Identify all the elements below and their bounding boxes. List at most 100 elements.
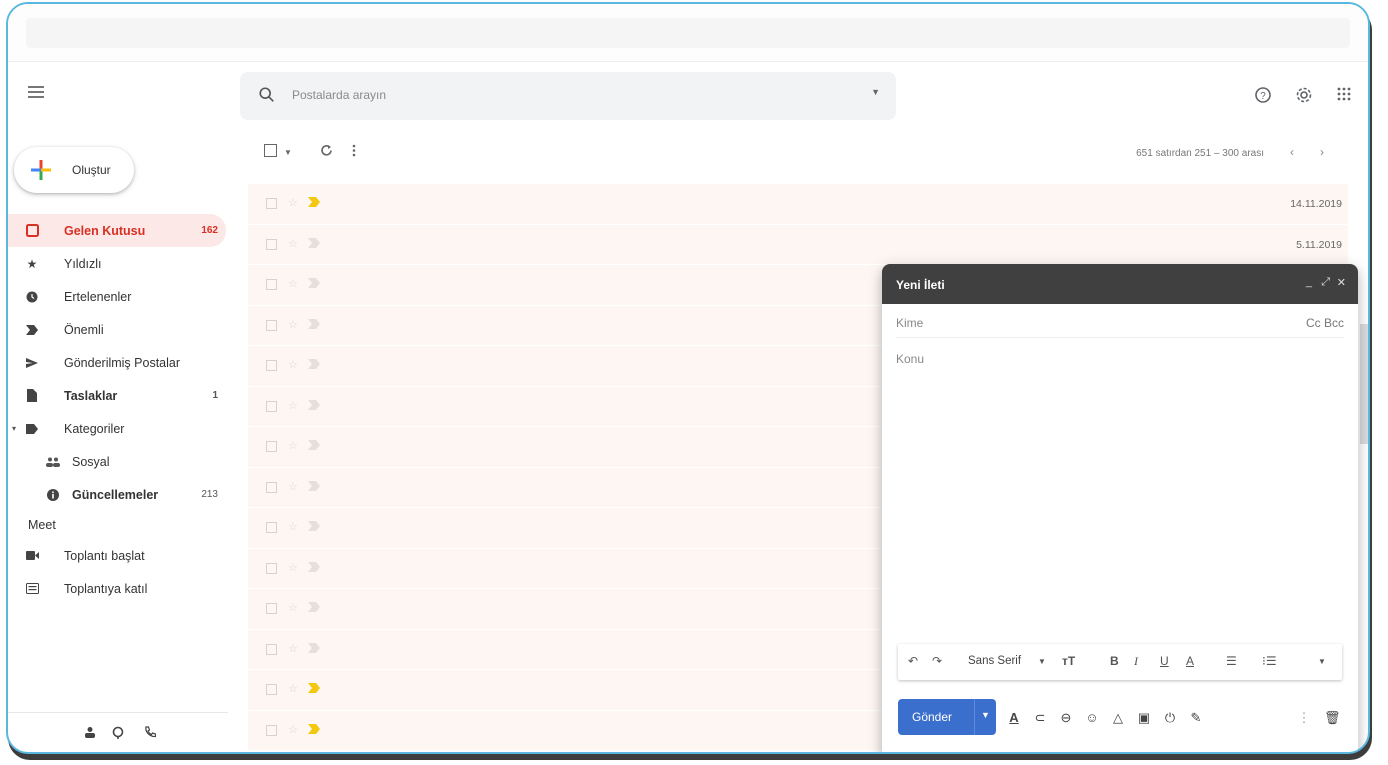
table-row[interactable]: ☆ 14.11.2019 (248, 184, 1348, 225)
star-icon[interactable]: ☆ (288, 561, 298, 574)
important-marker-icon[interactable] (308, 683, 320, 693)
important-marker-icon[interactable] (308, 480, 320, 491)
confidential-mode-icon[interactable]: ⏻ (1162, 710, 1178, 726)
star-icon[interactable]: ☆ (288, 358, 298, 371)
row-checkbox[interactable] (266, 724, 277, 736)
discard-draft-icon[interactable]: 🗑 (1324, 710, 1341, 726)
row-checkbox[interactable] (266, 562, 277, 574)
phone-icon[interactable] (142, 726, 158, 742)
more-formatting-icon[interactable]: ▼ (1318, 657, 1326, 666)
important-marker-icon[interactable] (308, 278, 320, 288)
collapse-arrow-icon[interactable]: ▾ (12, 424, 16, 433)
sidebar-item-updates[interactable]: Güncellemeler 213 (8, 478, 226, 511)
row-checkbox[interactable] (266, 603, 277, 614)
photo-icon[interactable]: ▣ (1136, 710, 1152, 726)
row-checkbox[interactable] (266, 198, 277, 209)
important-marker-icon[interactable] (308, 561, 320, 572)
row-checkbox[interactable] (266, 522, 277, 533)
important-marker-icon[interactable] (308, 521, 320, 531)
formatting-options-icon[interactable]: A (1006, 710, 1022, 725)
sidebar-item-sent[interactable]: Gönderilmiş Postalar (8, 346, 226, 379)
numbered-list-icon[interactable]: ⁝☰ (1262, 654, 1277, 668)
important-marker-icon[interactable] (308, 642, 320, 653)
star-icon[interactable]: ☆ (288, 277, 298, 290)
row-checkbox[interactable] (266, 684, 277, 695)
important-marker-icon[interactable] (308, 440, 320, 450)
apps-grid-icon[interactable] (1334, 86, 1354, 106)
search-bar[interactable]: Postalarda arayın ▼ (240, 72, 896, 120)
compose-button[interactable]: Oluştur (14, 147, 134, 193)
important-marker-icon[interactable] (308, 602, 320, 612)
search-icon[interactable] (258, 86, 276, 104)
font-select[interactable]: Sans Serif (968, 655, 1021, 667)
select-all-checkbox[interactable] (264, 144, 277, 160)
sidebar-item-important[interactable]: Önemli (8, 313, 226, 346)
contacts-icon[interactable] (82, 726, 98, 742)
sidebar-item-social[interactable]: Sosyal (8, 445, 226, 478)
message-body[interactable] (882, 376, 1358, 636)
text-color-icon[interactable]: A (1186, 654, 1194, 668)
chat-icon[interactable] (110, 726, 126, 742)
row-checkbox[interactable] (266, 400, 277, 412)
important-marker-icon[interactable] (308, 318, 320, 329)
row-checkbox[interactable] (266, 643, 277, 655)
important-marker-icon[interactable] (308, 723, 320, 734)
search-options-icon[interactable]: ▼ (871, 87, 880, 97)
more-options-icon[interactable]: ⋮ (1296, 710, 1312, 726)
close-icon[interactable]: ✕ (1337, 276, 1346, 289)
star-icon[interactable]: ☆ (288, 682, 298, 695)
sidebar-item-categories[interactable]: ▾ Kategoriler (8, 412, 226, 445)
minimize-icon[interactable]: _ (1306, 276, 1312, 288)
subject-field[interactable]: Konu (896, 340, 1344, 374)
sidebar-item-starred[interactable]: ★ Yıldızlı (8, 247, 226, 280)
important-marker-icon[interactable] (308, 359, 320, 369)
meet-item-start[interactable]: Toplantı başlat (8, 539, 226, 572)
bold-icon[interactable]: B (1110, 654, 1119, 668)
sidebar-item-snoozed[interactable]: Ertelenenler (8, 280, 226, 313)
underline-icon[interactable]: U (1160, 654, 1169, 668)
cc-bcc-link[interactable]: Cc Bcc (1306, 316, 1344, 330)
row-checkbox[interactable] (266, 238, 277, 250)
address-bar[interactable] (26, 18, 1350, 48)
align-icon[interactable]: ☰ (1226, 654, 1237, 668)
font-size-icon[interactable]: ᴛT (1062, 654, 1075, 668)
star-icon[interactable]: ☆ (288, 480, 298, 493)
star-icon[interactable]: ☆ (288, 642, 298, 655)
important-marker-icon[interactable] (308, 237, 320, 248)
fullscreen-icon[interactable]: ⤢ (1321, 276, 1330, 289)
scrollbar-thumb[interactable] (1360, 324, 1368, 444)
table-row[interactable]: ☆ 5.11.2019 (248, 224, 1348, 265)
undo-icon[interactable]: ↶ (908, 654, 918, 668)
important-marker-icon[interactable] (308, 197, 320, 207)
star-icon[interactable]: ☆ (288, 318, 298, 331)
settings-icon[interactable] (1294, 86, 1314, 106)
to-field[interactable]: Kime Cc Bcc (896, 304, 1344, 338)
redo-icon[interactable]: ↷ (932, 654, 942, 668)
compose-header[interactable]: Yeni İleti _ ⤢ ✕ (882, 264, 1358, 304)
signature-icon[interactable]: ✎ (1188, 710, 1204, 726)
drive-icon[interactable]: △ (1110, 710, 1126, 726)
row-checkbox[interactable] (266, 441, 277, 452)
star-icon[interactable]: ☆ (288, 196, 298, 209)
font-dropdown-icon[interactable]: ▼ (1038, 657, 1046, 666)
more-options-icon[interactable] (352, 144, 356, 160)
star-icon[interactable]: ☆ (288, 520, 298, 533)
emoji-icon[interactable]: ☺ (1084, 710, 1100, 725)
star-icon[interactable]: ☆ (288, 399, 298, 412)
prev-page-icon[interactable]: ‹ (1290, 145, 1294, 159)
next-page-icon[interactable]: › (1320, 145, 1324, 159)
row-checkbox[interactable] (266, 279, 277, 290)
refresh-icon[interactable] (320, 144, 333, 160)
attach-icon[interactable]: ⊂ (1032, 710, 1048, 726)
star-icon[interactable]: ☆ (288, 439, 298, 452)
help-icon[interactable]: ? (1253, 86, 1273, 106)
row-checkbox[interactable] (266, 319, 277, 331)
link-icon[interactable]: ⊖ (1058, 710, 1074, 726)
row-checkbox[interactable] (266, 481, 277, 493)
italic-icon[interactable]: I (1134, 654, 1138, 669)
sidebar-item-inbox[interactable]: Gelen Kutusu 162 (8, 214, 226, 247)
select-menu-icon[interactable]: ▼ (284, 148, 292, 157)
main-menu-icon[interactable] (28, 86, 44, 98)
star-icon[interactable]: ☆ (288, 237, 298, 250)
star-icon[interactable]: ☆ (288, 601, 298, 614)
